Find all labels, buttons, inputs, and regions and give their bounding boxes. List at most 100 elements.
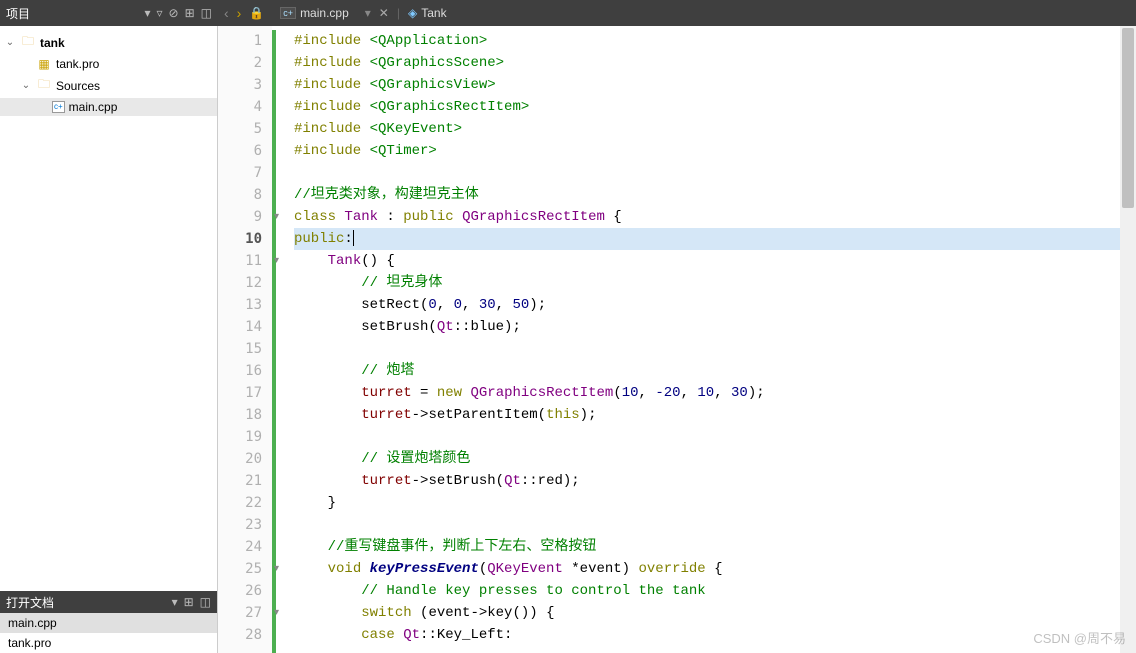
line-number: 23 <box>218 514 262 536</box>
nav-forward-icon[interactable]: › <box>237 5 242 21</box>
open-documents-title: 打开文档 <box>6 594 54 611</box>
code-line[interactable]: void keyPressEvent(QKeyEvent *event) ove… <box>294 558 1136 580</box>
folder-icon: 🗀 <box>36 75 52 96</box>
code-area[interactable]: #include <QApplication>#include <QGraphi… <box>290 26 1136 653</box>
line-number: 4 <box>218 96 262 118</box>
pro-file-icon: ▦ <box>36 57 52 71</box>
code-line[interactable]: #include <QGraphicsView> <box>294 74 1136 96</box>
fold-toggle-icon[interactable]: ▾ <box>274 607 279 618</box>
link-icon[interactable]: ⊘ <box>169 6 179 20</box>
line-number: 11 <box>218 250 262 272</box>
code-line[interactable]: #include <QTimer> <box>294 140 1136 162</box>
code-line[interactable]: #include <QApplication> <box>294 30 1136 52</box>
code-line[interactable]: Tank() { <box>294 250 1136 272</box>
code-line[interactable]: public: <box>294 228 1136 250</box>
fold-toggle-icon[interactable]: ▾ <box>274 563 279 574</box>
line-number: 14 <box>218 316 262 338</box>
line-number: 7 <box>218 162 262 184</box>
nav-back-icon[interactable]: ‹ <box>224 5 229 21</box>
line-number: 18 <box>218 404 262 426</box>
dropdown-icon[interactable]: ▾ <box>172 595 178 609</box>
tab-dropdown-icon[interactable]: ▾ <box>365 6 371 20</box>
open-documents-header: 打开文档 ▾ ⊞ ◫ <box>0 591 217 613</box>
line-number: 21 <box>218 470 262 492</box>
expand-arrow-icon[interactable]: ⌄ <box>4 37 16 48</box>
split-icon[interactable]: ◫ <box>200 595 211 609</box>
line-number: 28 <box>218 624 262 646</box>
code-line[interactable]: // 炮塔 <box>294 360 1136 382</box>
line-number: 6 <box>218 140 262 162</box>
fold-toggle-icon[interactable]: ▾ <box>274 255 279 266</box>
open-documents-list[interactable]: main.cpp tank.pro <box>0 613 217 653</box>
line-number: 26 <box>218 580 262 602</box>
add-icon[interactable]: ⊞ <box>184 595 194 609</box>
tree-root[interactable]: ⌄ 🗀 tank <box>0 30 217 55</box>
code-line[interactable]: // Handle key presses to control the tan… <box>294 580 1136 602</box>
code-line[interactable] <box>294 162 1136 184</box>
line-number: 10 <box>218 228 262 250</box>
outline-label: Tank <box>421 6 446 20</box>
project-panel-title: 项目 <box>6 5 30 22</box>
fold-column[interactable]: ▾ ▾ ▾ ▾ <box>272 26 290 653</box>
line-number: 8 <box>218 184 262 206</box>
lock-icon[interactable]: 🔒 <box>249 6 264 20</box>
code-line[interactable]: class Tank : public QGraphicsRectItem { <box>294 206 1136 228</box>
expand-arrow-icon[interactable]: ⌄ <box>20 80 32 91</box>
code-line[interactable] <box>294 426 1136 448</box>
line-number: 15 <box>218 338 262 360</box>
code-line[interactable]: turret->setParentItem(this); <box>294 404 1136 426</box>
outline-selector[interactable]: ◈ Tank <box>408 6 447 20</box>
line-number: 25 <box>218 558 262 580</box>
code-editor[interactable]: 1234567891011121314151617181920212223242… <box>218 26 1136 653</box>
code-line[interactable]: // 坦克身体 <box>294 272 1136 294</box>
project-panel-header: 项目 ▾ ▿ ⊘ ⊞ ◫ <box>0 0 218 26</box>
line-number: 17 <box>218 382 262 404</box>
text-cursor <box>353 230 354 246</box>
open-doc-item[interactable]: main.cpp <box>0 613 217 633</box>
split-icon[interactable]: ◫ <box>201 6 212 20</box>
code-line[interactable] <box>294 338 1136 360</box>
open-doc-item[interactable]: tank.pro <box>0 633 217 653</box>
line-number: 13 <box>218 294 262 316</box>
tree-main-cpp[interactable]: c+ main.cpp <box>0 98 217 116</box>
code-line[interactable]: turret = new QGraphicsRectItem(10, -20, … <box>294 382 1136 404</box>
folder-icon: 🗀 <box>20 32 36 53</box>
dropdown-icon[interactable]: ▾ <box>144 6 150 20</box>
scrollbar-thumb[interactable] <box>1122 28 1134 208</box>
code-line[interactable]: #include <QGraphicsRectItem> <box>294 96 1136 118</box>
code-line[interactable]: setRect(0, 0, 30, 50); <box>294 294 1136 316</box>
project-tree[interactable]: ⌄ 🗀 tank ▦ tank.pro ⌄ 🗀 Sources c+ main.… <box>0 26 217 591</box>
code-line[interactable]: #include <QKeyEvent> <box>294 118 1136 140</box>
code-line[interactable]: // 设置炮塔颜色 <box>294 448 1136 470</box>
line-number: 20 <box>218 448 262 470</box>
fold-toggle-icon[interactable]: ▾ <box>274 211 279 222</box>
code-line[interactable]: switch (event->key()) { <box>294 602 1136 624</box>
code-line[interactable]: turret->setBrush(Qt::red); <box>294 470 1136 492</box>
code-line[interactable]: #include <QGraphicsScene> <box>294 52 1136 74</box>
code-line[interactable]: //重写键盘事件，判断上下左右、空格按钮 <box>294 536 1136 558</box>
vertical-scrollbar[interactable] <box>1120 26 1136 653</box>
code-line[interactable]: } <box>294 492 1136 514</box>
tree-pro-file[interactable]: ▦ tank.pro <box>0 55 217 73</box>
line-number: 27 <box>218 602 262 624</box>
cpp-file-icon: c+ <box>52 101 65 113</box>
editor-tabbar: ‹ › 🔒 c+ main.cpp ▾ ✕ | ◈ Tank <box>218 0 1136 26</box>
filter-icon[interactable]: ▿ <box>157 6 163 20</box>
class-icon: ◈ <box>408 6 417 20</box>
line-number: 19 <box>218 426 262 448</box>
tab-close-icon[interactable]: ✕ <box>379 6 389 20</box>
tree-sources-folder[interactable]: ⌄ 🗀 Sources <box>0 73 217 98</box>
line-number: 12 <box>218 272 262 294</box>
add-icon[interactable]: ⊞ <box>185 6 195 20</box>
code-line[interactable]: setBrush(Qt::blue); <box>294 316 1136 338</box>
code-line[interactable]: //坦克类对象，构建坦克主体 <box>294 184 1136 206</box>
line-number: 1 <box>218 30 262 52</box>
tab-filename: main.cpp <box>300 6 349 20</box>
line-number: 24 <box>218 536 262 558</box>
code-line[interactable]: case Qt::Key_Left: <box>294 624 1136 646</box>
line-number: 5 <box>218 118 262 140</box>
line-number: 2 <box>218 52 262 74</box>
editor-tab[interactable]: c+ main.cpp <box>272 4 356 22</box>
line-number: 22 <box>218 492 262 514</box>
code-line[interactable] <box>294 514 1136 536</box>
